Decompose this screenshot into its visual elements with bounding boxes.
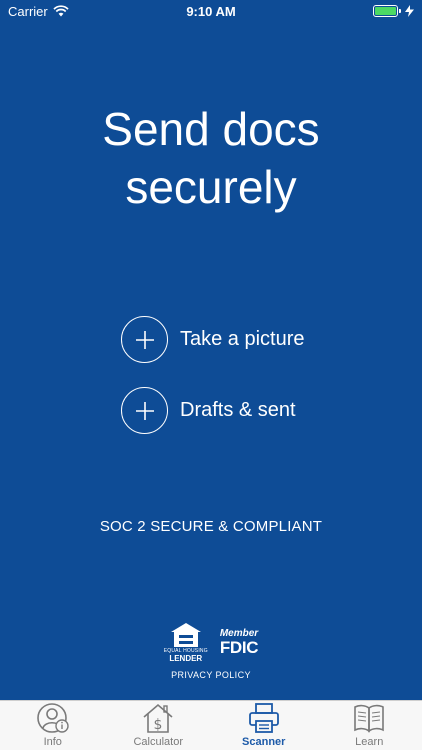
tab-scanner[interactable]: Scanner: [211, 701, 317, 750]
fdic-name-text: FDIC: [219, 638, 259, 657]
tab-calculator[interactable]: $ Calculator: [106, 701, 212, 750]
equal-housing-house-icon: [170, 623, 201, 647]
house-dollar-icon: $: [143, 703, 173, 733]
user-info-icon: [36, 703, 69, 733]
printer-icon: [248, 703, 279, 733]
title-line-1: Send docs: [102, 103, 320, 155]
title-line-2: securely: [125, 161, 297, 213]
battery-fill: [375, 7, 396, 15]
tab-bar: Info $ Calculator Scanner Learn: [0, 700, 422, 750]
tab-learn[interactable]: Learn: [317, 701, 422, 750]
plus-circle-icon: [121, 316, 168, 363]
status-right: [373, 5, 414, 17]
carrier-label: Carrier: [8, 3, 48, 19]
open-book-icon: [354, 704, 385, 733]
privacy-policy-link[interactable]: PRIVACY POLICY: [0, 670, 422, 680]
take-picture-label: Take a picture: [180, 328, 305, 350]
equal-housing-lender-logo: EQUAL HOUSING LENDER: [164, 622, 208, 663]
drafts-sent-button[interactable]: Drafts & sent: [121, 387, 296, 434]
page-title: Send docs securely: [0, 100, 422, 216]
plus-circle-icon: [121, 387, 168, 434]
tab-scanner-label: Scanner: [242, 736, 286, 748]
lender-text: LENDER: [169, 654, 203, 663]
fdic-logo: Member FDIC: [219, 629, 259, 657]
compliance-badges: EQUAL HOUSING LENDER Member FDIC: [0, 622, 422, 663]
tab-learn-label: Learn: [355, 736, 384, 748]
tab-info-label: Info: [43, 736, 62, 748]
battery-icon: [373, 5, 401, 17]
svg-text:$: $: [154, 717, 163, 733]
security-note: SOC 2 SECURE & COMPLIANT: [99, 518, 323, 535]
status-left: Carrier: [8, 4, 69, 19]
status-bar: Carrier 9:10 AM: [0, 0, 422, 22]
take-picture-button[interactable]: Take a picture: [121, 316, 305, 363]
wifi-icon: [53, 5, 69, 17]
drafts-sent-label: Drafts & sent: [180, 399, 296, 421]
tab-info[interactable]: Info: [0, 701, 106, 750]
charging-bolt-icon: [405, 5, 414, 17]
tab-calculator-label: Calculator: [133, 736, 184, 748]
